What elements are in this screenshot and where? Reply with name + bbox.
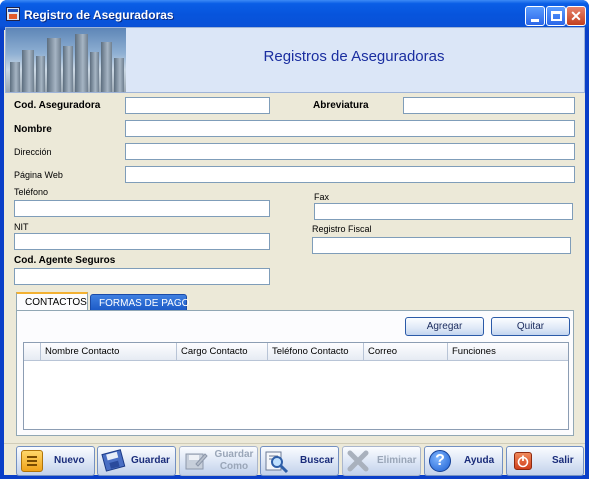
minimize-button[interactable] (525, 6, 545, 26)
contactos-panel: Agregar Quitar Nombre Contacto Cargo Con… (16, 310, 574, 436)
delete-icon (347, 450, 369, 472)
fax-label: Fax (314, 192, 330, 202)
cod-agente-label: Cod. Agente Seguros (14, 255, 116, 266)
column-funciones[interactable]: Funciones (447, 343, 568, 361)
title-bar[interactable]: Registro de Aseguradoras ✕ (0, 0, 589, 30)
nuevo-label: Nuevo (54, 455, 85, 466)
ayuda-label: Ayuda (464, 455, 495, 466)
column-telefono-contacto[interactable]: Teléfono Contacto (267, 343, 363, 361)
search-icon (265, 450, 289, 474)
save-as-icon (184, 450, 208, 472)
maximize-button[interactable] (546, 6, 566, 26)
abreviatura-label: Abreviatura (313, 100, 369, 111)
column-cargo-contacto[interactable]: Cargo Contacto (176, 343, 267, 361)
nit-label: NIT (14, 222, 29, 232)
new-icon (21, 450, 43, 472)
column-nombre-contacto[interactable]: Nombre Contacto (40, 343, 176, 361)
header-banner: Registros de Aseguradoras (5, 27, 585, 93)
row-header-column (24, 343, 40, 361)
registro-fiscal-input[interactable] (312, 237, 571, 254)
eliminar-label: Eliminar (377, 455, 417, 466)
abreviatura-input[interactable] (403, 97, 575, 114)
agregar-button[interactable]: Agregar (405, 317, 484, 336)
guardar-como-line1: Guardar (214, 449, 254, 460)
direccion-input[interactable] (125, 143, 575, 160)
ayuda-button[interactable]: ? Ayuda (424, 446, 503, 476)
guardar-como-label: Guardar Como (214, 449, 254, 473)
form-client-area: Registros de Aseguradoras Cod. Asegurado… (4, 27, 585, 476)
column-correo[interactable]: Correo (363, 343, 447, 361)
eliminar-button[interactable]: Eliminar (342, 446, 421, 476)
nuevo-button[interactable]: Nuevo (16, 446, 95, 476)
direccion-label: Dirección (14, 147, 52, 157)
minimize-icon (531, 19, 539, 22)
telefono-label: Teléfono (14, 187, 49, 197)
cod-aseguradora-label: Cod. Aseguradora (14, 100, 101, 111)
cod-agente-input[interactable] (14, 268, 270, 285)
tab-formas-de-pago[interactable]: FORMAS DE PAGO (90, 294, 189, 311)
close-button[interactable]: ✕ (566, 6, 586, 26)
app-window: Registro de Aseguradoras ✕ Registros de … (0, 0, 589, 479)
fax-input[interactable] (314, 203, 573, 220)
salir-button[interactable]: Salir (506, 446, 584, 476)
telefono-input[interactable] (14, 200, 270, 217)
pagina-web-input[interactable] (125, 166, 575, 183)
salir-label: Salir (552, 455, 574, 466)
guardar-button[interactable]: Guardar (97, 446, 176, 476)
guardar-como-button[interactable]: Guardar Como (179, 446, 258, 476)
nombre-label: Nombre (14, 124, 52, 135)
close-icon: ✕ (570, 8, 582, 24)
cod-aseguradora-input[interactable] (125, 97, 270, 114)
pagina-web-label: Página Web (14, 170, 63, 180)
action-toolbar: Nuevo Guardar Guardar Como Buscar Elimin… (4, 443, 585, 476)
app-icon (6, 7, 20, 21)
banner-title: Registros de Aseguradoras (263, 48, 445, 65)
quitar-button[interactable]: Quitar (491, 317, 570, 336)
guardar-label: Guardar (131, 455, 170, 466)
contacts-grid-header: Nombre Contacto Cargo Contacto Teléfono … (24, 343, 568, 361)
tab-contactos[interactable]: CONTACTOS (16, 292, 88, 311)
buscar-button[interactable]: Buscar (260, 446, 339, 476)
registro-fiscal-label: Registro Fiscal (312, 224, 372, 234)
contacts-grid[interactable]: Nombre Contacto Cargo Contacto Teléfono … (23, 342, 569, 430)
nombre-input[interactable] (125, 120, 575, 137)
nit-input[interactable] (14, 233, 270, 250)
save-icon (100, 448, 127, 475)
window-title: Registro de Aseguradoras (24, 8, 174, 22)
exit-icon (514, 452, 532, 470)
maximize-icon (551, 11, 562, 21)
guardar-como-line2: Como (219, 461, 249, 472)
city-skyline-image (6, 28, 126, 92)
buscar-label: Buscar (300, 455, 334, 466)
help-icon: ? (429, 450, 451, 472)
